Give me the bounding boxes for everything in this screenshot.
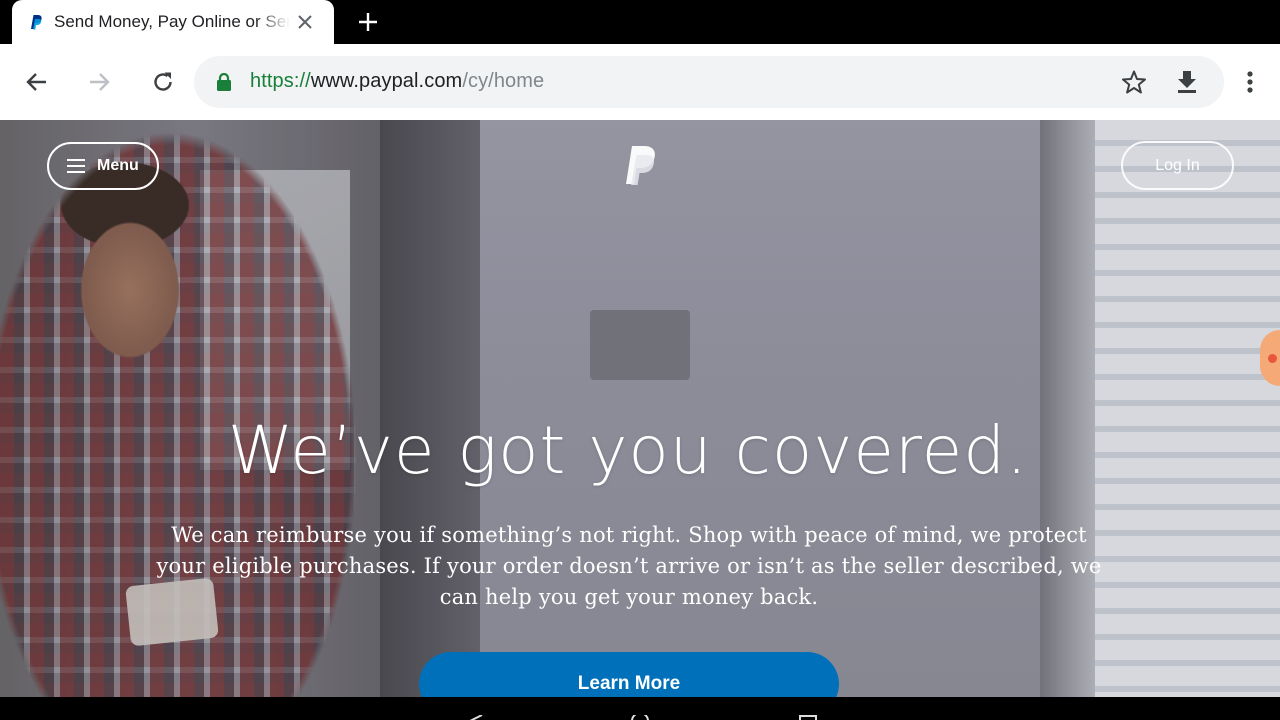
paypal-favicon-icon	[28, 13, 44, 31]
tab-title: Send Money, Pay Online or Send Money	[54, 12, 290, 31]
hero-description: We can reimburse you if something’s not …	[156, 523, 1102, 609]
lock-icon	[216, 72, 232, 96]
browser-tab[interactable]: Send Money, Pay Online or Send Money	[12, 0, 334, 44]
system-nav-bar	[0, 697, 1280, 720]
nav-home-icon[interactable]	[630, 715, 650, 720]
floating-action-handle[interactable]	[1260, 330, 1280, 386]
url-text: https://www.paypal.com/cy/home	[250, 70, 544, 93]
download-icon[interactable]	[1171, 66, 1203, 98]
reload-icon[interactable]	[147, 66, 179, 98]
back-arrow-icon[interactable]	[21, 66, 53, 98]
learn-more-button[interactable]: Learn More	[419, 652, 839, 697]
paypal-hero: Menu Log In We’ve got you covered. We ca…	[0, 120, 1280, 697]
close-icon[interactable]	[294, 11, 316, 33]
menu-label: Menu	[97, 157, 139, 174]
menu-button[interactable]: Menu	[47, 142, 159, 190]
more-vert-icon[interactable]	[1234, 66, 1266, 98]
url-host: www.paypal.com	[310, 70, 463, 92]
url-scheme: https://	[250, 70, 311, 92]
hamburger-icon	[67, 159, 85, 173]
forward-arrow-icon[interactable]	[83, 66, 115, 98]
paypal-logo-icon	[626, 146, 655, 185]
nav-back-icon[interactable]	[468, 715, 484, 720]
login-button[interactable]: Log In	[1121, 141, 1234, 190]
nav-recents-icon[interactable]	[798, 715, 818, 720]
address-bar[interactable]: https://www.paypal.com/cy/home	[194, 56, 1224, 108]
star-icon[interactable]	[1118, 66, 1150, 98]
browser-toolbar: https://www.paypal.com/cy/home	[0, 44, 1280, 120]
plus-icon[interactable]	[356, 10, 380, 34]
hero-headline: We’ve got you covered.	[227, 412, 1029, 489]
url-path: /cy/home	[462, 70, 545, 92]
tab-strip: Send Money, Pay Online or Send Money	[0, 0, 1280, 44]
